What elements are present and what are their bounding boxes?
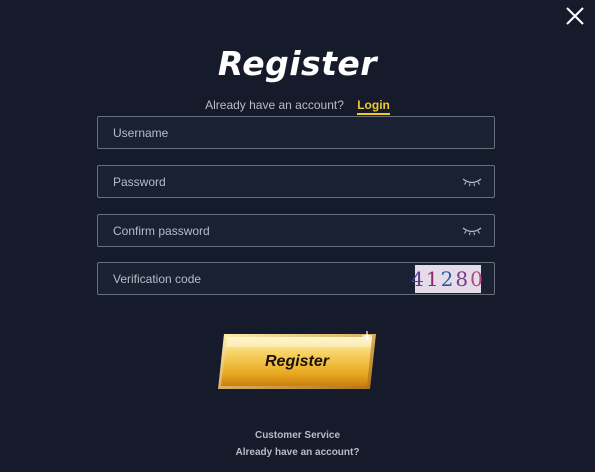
footer-have-account-link[interactable]: Already have an account? <box>0 447 595 458</box>
register-button[interactable]: Register <box>216 331 378 392</box>
captcha-digit: 1 <box>425 267 441 291</box>
customer-service-link[interactable]: Customer Service <box>0 430 595 441</box>
password-field-box <box>97 165 495 198</box>
eye-closed-icon[interactable] <box>462 224 482 238</box>
username-field-box <box>97 116 495 149</box>
captcha-digit: 8 <box>455 267 471 291</box>
close-icon[interactable] <box>563 4 587 28</box>
confirm-password-field-box <box>97 214 495 247</box>
captcha-digit: 4 <box>411 267 426 291</box>
captcha-image[interactable]: 4 1 2 8 0 <box>411 265 483 293</box>
captcha-digit: 0 <box>470 267 485 291</box>
page-title: Register <box>217 44 378 83</box>
username-input[interactable] <box>98 117 494 148</box>
password-input[interactable] <box>98 166 494 197</box>
eye-closed-icon[interactable] <box>462 175 482 189</box>
verification-field-box: 4 1 2 8 0 <box>97 262 495 295</box>
account-prompt: Already have an account? Login <box>0 98 595 115</box>
confirm-password-input[interactable] <box>98 215 494 246</box>
login-link[interactable]: Login <box>357 98 390 115</box>
account-prompt-text: Already have an account? <box>205 98 344 112</box>
captcha-digit: 2 <box>440 267 456 291</box>
register-button-label: Register <box>264 352 330 370</box>
